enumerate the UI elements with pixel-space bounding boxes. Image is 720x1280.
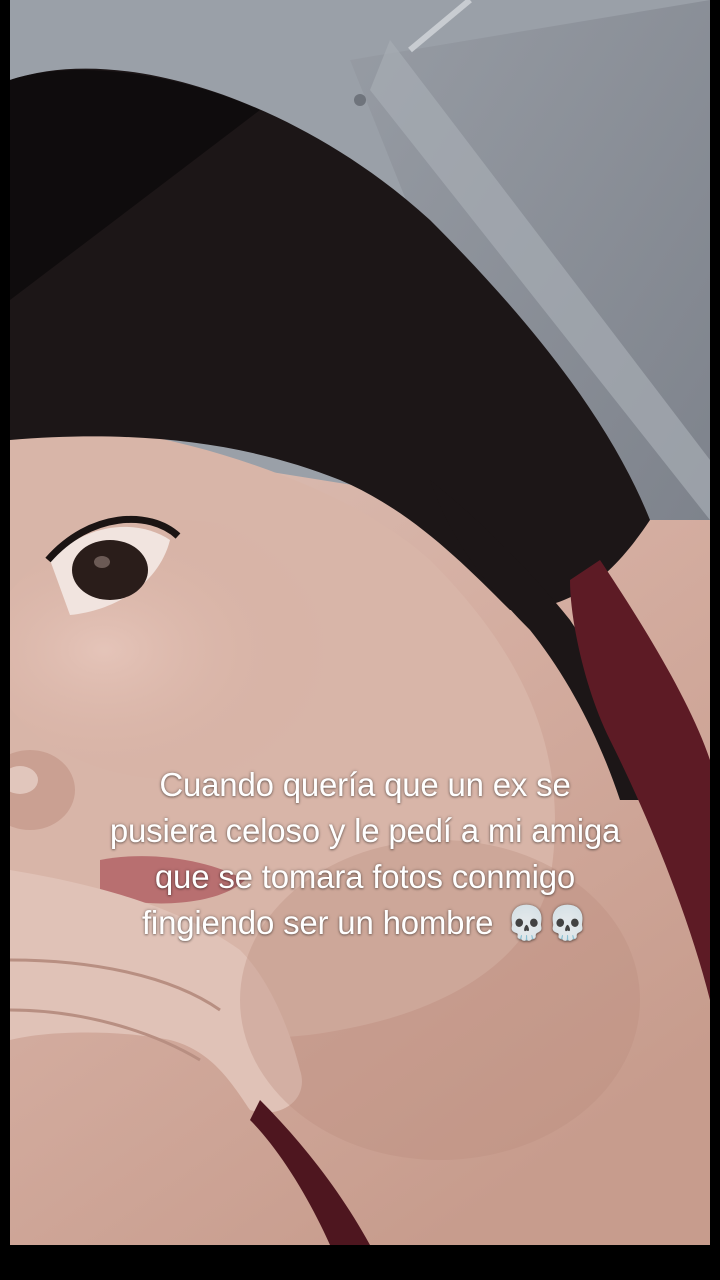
background-photo: Cuando quería que un ex se pusiera celos…: [10, 0, 710, 1245]
selfie-illustration: [10, 0, 710, 1245]
skull-emoji-icon: 💀💀: [506, 904, 589, 941]
caption-text-overlay: Cuando quería que un ex se pusiera celos…: [105, 762, 625, 946]
bottom-black-bar: [0, 1245, 720, 1280]
story-frame: Cuando quería que un ex se pusiera celos…: [0, 0, 720, 1280]
